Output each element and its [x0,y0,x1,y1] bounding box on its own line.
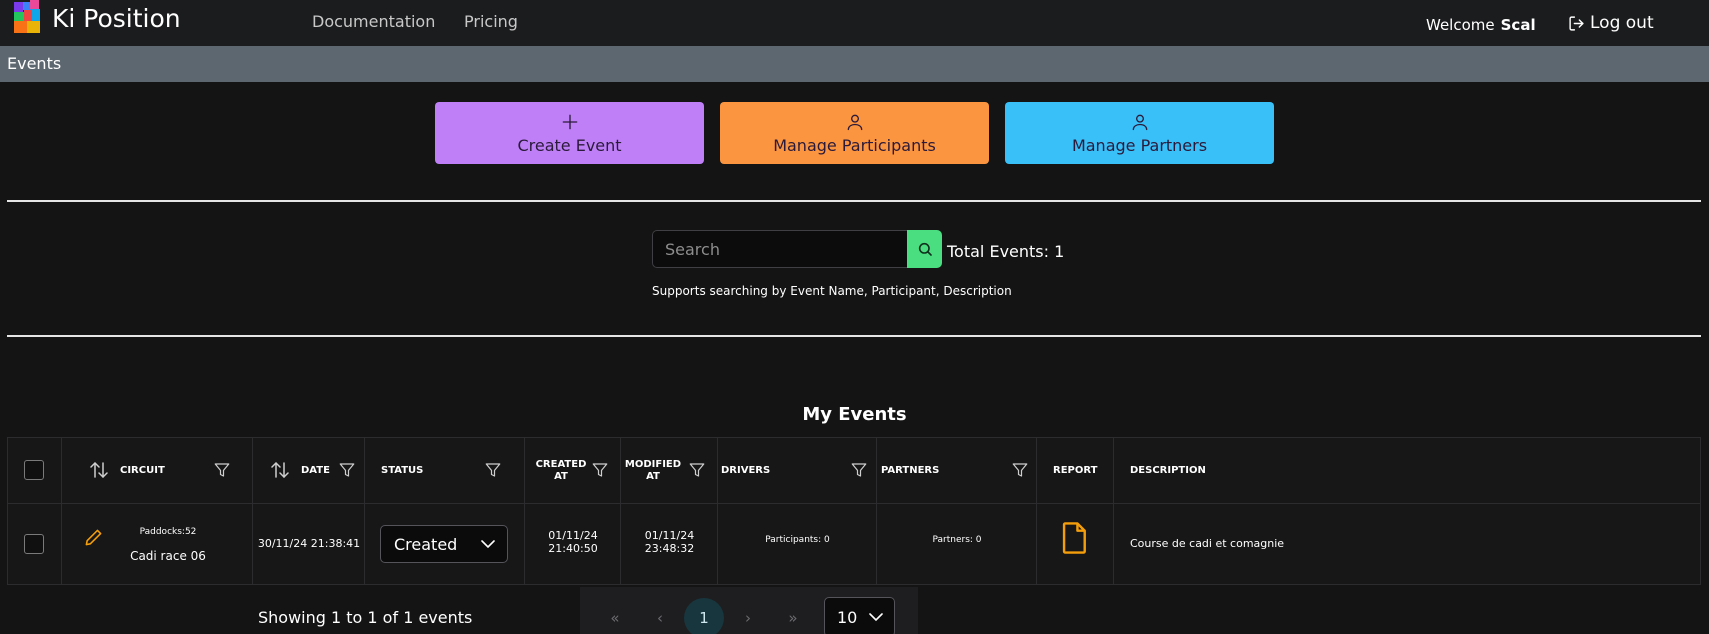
row-description: Course de cadi et comagnie [1130,537,1285,550]
filter-icon[interactable] [591,461,609,479]
row-created-date: 01/11/24 [548,529,598,542]
logout-button[interactable]: Log out [1568,13,1654,33]
row-partners[interactable]: Partners: 0 [877,535,1037,545]
events-table: CIRCUIT DATE STATUS CREATED AT MODIFIED AT… [7,437,1701,585]
divider [7,200,1701,202]
chevron-down-icon [481,540,495,549]
header-status: STATUS [381,464,424,476]
filter-icon[interactable] [688,461,706,479]
header-partners: PARTNERS [881,464,940,476]
create-event-label: Create Event [517,135,622,155]
create-event-button[interactable]: Create Event [435,102,704,164]
header-circuit: CIRCUIT [120,464,165,476]
sort-icon[interactable] [90,460,108,480]
search-input[interactable] [653,231,907,267]
header-drivers: DRIVERS [721,464,771,476]
row-drivers[interactable]: Participants: 0 [718,535,877,545]
filter-icon[interactable] [1011,461,1029,479]
filter-icon[interactable] [484,461,502,479]
status-select[interactable]: Created [380,525,508,563]
total-events: Total Events: 1 [947,242,1065,261]
manage-participants-label: Manage Participants [773,135,936,155]
first-page-button[interactable]: « [595,598,635,634]
row-paddocks: Paddocks:52 [139,527,197,537]
status-value: Created [394,534,458,554]
row-date: 30/11/24 21:38:41 [257,537,361,550]
header-divider [8,503,1700,504]
rows-per-page-value: 10 [837,607,858,627]
row-created-at: 01/11/24 21:40:50 [525,529,621,555]
next-page-button[interactable]: › [728,598,768,634]
search-hint: Supports searching by Event Name, Partic… [652,284,1012,298]
pagination-summary: Showing 1 to 1 of 1 events [258,608,473,627]
select-all-checkbox[interactable] [24,460,44,480]
rows-per-page-select[interactable]: 10 [824,597,895,634]
manage-participants-button[interactable]: Manage Participants [720,102,989,164]
brand-name[interactable]: Ki Position [52,4,181,33]
manage-partners-button[interactable]: Manage Partners [1005,102,1274,164]
nav-documentation[interactable]: Documentation [312,12,435,31]
breadcrumb: Events [0,46,1709,82]
top-navbar: Ki Position Documentation Pricing Welcom… [0,0,1709,46]
logout-icon [1569,15,1584,31]
row-modified-date: 01/11/24 [644,529,695,542]
header-modified-at: MODIFIED AT [624,458,682,482]
sort-icon[interactable] [271,460,289,480]
last-page-button[interactable]: » [773,598,813,634]
search-button[interactable] [907,230,942,268]
search-icon [918,242,932,256]
chevron-down-icon [869,613,883,622]
row-modified-at: 01/11/24 23:48:32 [621,529,718,555]
plus-icon [562,114,577,129]
header-date: DATE [301,464,330,476]
logout-label: Log out [1590,13,1654,33]
manage-partners-label: Manage Partners [1071,135,1208,155]
ki-position-logo[interactable] [12,0,42,34]
page-1-button[interactable]: 1 [684,598,724,634]
header-description: DESCRIPTION [1130,464,1206,476]
filter-icon[interactable] [213,461,231,479]
prev-page-button[interactable]: ‹ [640,598,680,634]
edit-pencil-icon[interactable] [84,528,103,547]
breadcrumb-events: Events [7,54,62,73]
filter-icon[interactable] [338,461,356,479]
welcome-text: Welcome Scal [1426,16,1536,34]
report-file-icon[interactable] [1060,521,1090,555]
user-icon [1132,114,1147,130]
filter-icon[interactable] [850,461,868,479]
row-checkbox[interactable] [24,534,44,554]
username: Scal [1500,16,1536,34]
section-title: My Events [802,404,907,425]
search-field [652,230,907,268]
header-report: REPORT [1053,464,1098,476]
user-icon [847,114,862,130]
welcome-label: Welcome [1426,16,1495,34]
divider [7,335,1701,337]
header-created-at: CREATED AT [535,458,587,482]
row-modified-time: 23:48:32 [644,542,695,555]
row-created-time: 21:40:50 [548,542,598,555]
row-circuit: Cadi race 06 [130,549,206,563]
nav-pricing[interactable]: Pricing [464,12,518,31]
